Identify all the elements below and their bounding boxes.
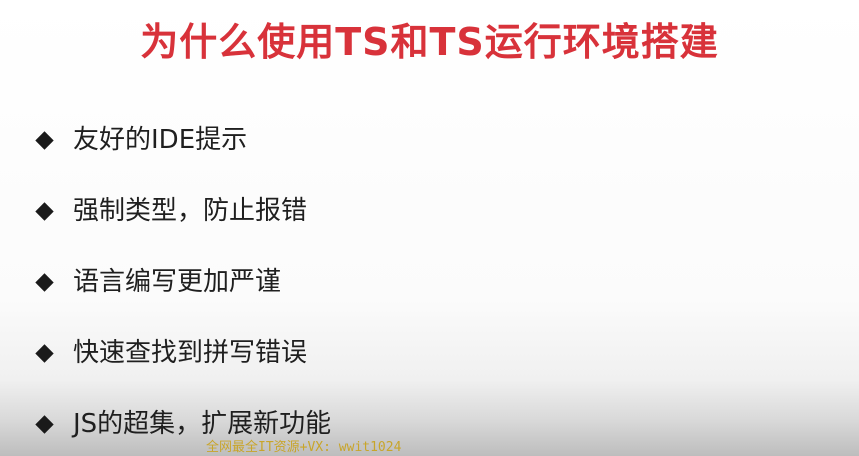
slide: 为什么使用TS和TS运行环境搭建 友好的IDE提示 强制类型，防止报错 语言编写…: [0, 0, 859, 456]
bullet-item-3: 语言编写更加严谨: [34, 254, 331, 310]
diamond-bullet-icon: [35, 201, 54, 221]
bullet-item-2: 强制类型，防止报错: [34, 183, 331, 239]
diamond-bullet-icon: [35, 343, 54, 363]
bullet-text: 快速查找到拼写错误: [73, 338, 308, 368]
bullet-list: 友好的IDE提示 强制类型，防止报错 语言编写更加严谨 快速查找到拼写错误 JS…: [34, 112, 331, 456]
diamond-bullet-icon: [35, 414, 54, 434]
diamond-bullet-icon: [35, 272, 54, 292]
bullet-text: 语言编写更加严谨: [73, 267, 282, 297]
bullet-item-4: 快速查找到拼写错误: [34, 325, 331, 381]
slide-title: 为什么使用TS和TS运行环境搭建: [140, 20, 719, 64]
watermark-text: 全网最全IT资源+VX: wwit1024: [206, 440, 402, 455]
bullet-text: 强制类型，防止报错: [73, 196, 308, 226]
bullet-text: 友好的IDE提示: [73, 125, 248, 155]
bullet-item-1: 友好的IDE提示: [34, 112, 331, 168]
diamond-bullet-icon: [35, 130, 54, 150]
